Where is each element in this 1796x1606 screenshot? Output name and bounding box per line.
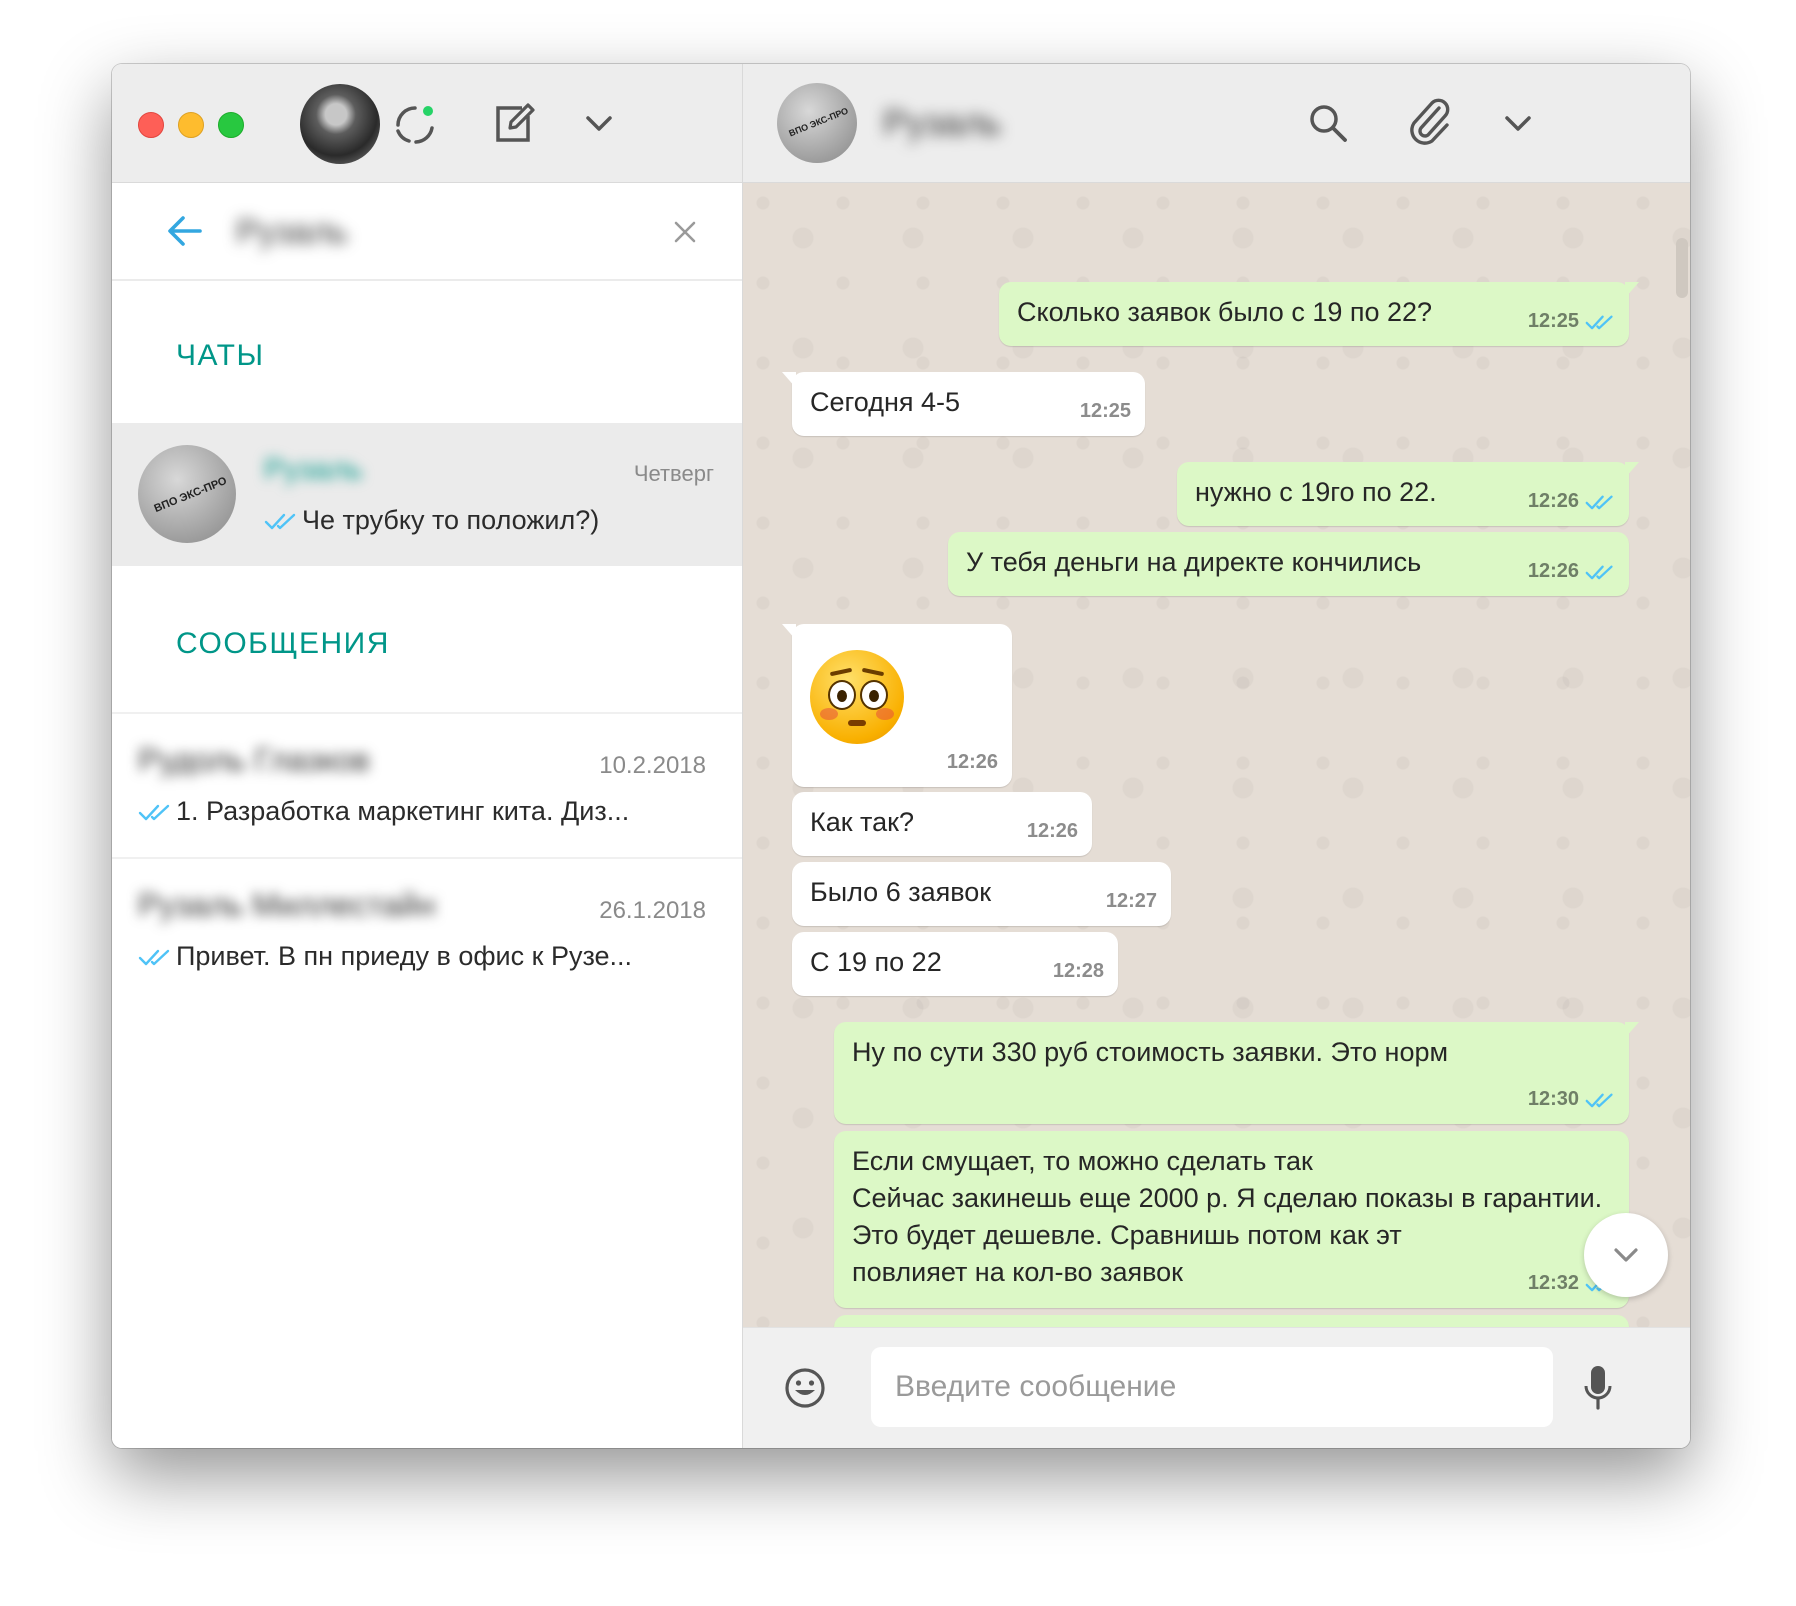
chat-preview-text: Че трубку то положил?) <box>302 505 600 535</box>
clear-search-icon[interactable] <box>672 219 698 245</box>
message-outgoing[interactable]: Если смущает, то можно сделать так Сейча… <box>834 1131 1629 1308</box>
message-composer <box>743 1327 1690 1448</box>
scrollbar[interactable] <box>1676 238 1688 298</box>
read-ticks-icon <box>1585 315 1613 329</box>
message-preview-text: 1. Разработка маркетинг кита. Диз... <box>176 796 630 826</box>
message-preview: Привет. В пн приеду в офис к Рузе... <box>138 941 708 972</box>
scroll-to-bottom-button[interactable] <box>1584 1213 1668 1297</box>
message-incoming[interactable]: С 19 по 22 12:28 <box>792 932 1118 996</box>
message-preview-text: Привет. В пн приеду в офис к Рузе... <box>176 941 633 971</box>
chevron-down-icon[interactable] <box>1503 112 1533 136</box>
message-outgoing[interactable]: Ну по сути 330 руб стоимость заявки. Это… <box>834 1022 1639 1124</box>
chat-avatar: ВПО ЭКС-ПРО <box>138 445 236 543</box>
read-ticks-icon <box>1585 565 1613 579</box>
my-profile-avatar[interactable] <box>300 84 380 164</box>
message-result-item[interactable]: Рузаль Миллестайн 26.1.2018 Привет. В пн… <box>112 857 742 1003</box>
message-time: 12:25 <box>1079 400 1131 422</box>
back-arrow-icon[interactable] <box>166 213 204 249</box>
microphone-icon[interactable] <box>1583 1364 1613 1412</box>
read-ticks-icon <box>1585 1093 1613 1107</box>
emoji-icon[interactable] <box>783 1366 827 1410</box>
message-incoming[interactable]: Было 6 заявок 12:27 <box>792 862 1171 926</box>
message-text: У тебя деньги на директе кончились <box>966 547 1422 577</box>
section-chats-label: ЧАТЫ <box>176 339 265 372</box>
message-incoming[interactable]: Как так? 12:26 <box>792 792 1092 856</box>
message-time: 12:26 <box>1026 820 1078 842</box>
read-ticks-icon <box>138 804 170 821</box>
message-outgoing[interactable]: Сколько заявок было с 19 по 22? 12:25 <box>999 282 1639 346</box>
message-preview: 1. Разработка маркетинг кита. Диз... <box>138 796 708 827</box>
chat-contact-name: Рузаль <box>264 453 363 486</box>
message-time: 12:30 <box>1527 1088 1579 1110</box>
app-window: Рузаль ЧАТЫ ВПО ЭКС-ПРО Рузаль Четверг Ч… <box>112 64 1690 1448</box>
message-date: 10.2.2018 <box>599 752 706 779</box>
message-contact-name: Рузаль Миллестайн <box>138 887 436 923</box>
company-logo: ВПО ЭКС-ПРО <box>787 105 850 139</box>
window-zoom-button[interactable] <box>218 112 244 138</box>
chat-last-message: Че трубку то положил?) <box>264 505 599 536</box>
section-messages-label: СООБЩЕНИЯ <box>176 627 390 660</box>
chat-date: Четверг <box>633 461 714 486</box>
contact-name[interactable]: Рузаль <box>883 102 1001 144</box>
window-close-button[interactable] <box>138 112 164 138</box>
message-time: 12:26 <box>946 751 998 773</box>
read-ticks-icon <box>138 949 170 966</box>
message-time: 12:28 <box>1052 960 1104 982</box>
sidebar-header <box>112 64 742 183</box>
message-incoming-emoji[interactable]: 12:26 <box>782 624 1012 787</box>
chevron-down-icon[interactable] <box>584 112 614 136</box>
message-text: Ну по сути 330 руб стоимость заявки. Это… <box>852 1037 1449 1067</box>
message-outgoing[interactable]: У тебя деньги на директе кончились 12:26 <box>948 532 1629 596</box>
conversation-pane: ВПО ЭКС-ПРО Рузаль Сколько заявок было с… <box>743 64 1690 1448</box>
message-time: 12:32 <box>1527 1272 1579 1294</box>
status-icon[interactable] <box>392 102 438 148</box>
paperclip-icon[interactable] <box>1407 98 1451 146</box>
message-contact-name: Рудоль Глазков <box>138 742 370 778</box>
read-ticks-icon <box>1585 495 1613 509</box>
message-input[interactable] <box>871 1347 1553 1427</box>
message-outgoing[interactable]: нужно с 19го по 22. 12:26 <box>1177 462 1639 526</box>
message-outgoing-partial[interactable] <box>834 1315 1629 1327</box>
message-list[interactable]: Сколько заявок было с 19 по 22? 12:25 Се… <box>743 183 1690 1327</box>
contact-avatar[interactable]: ВПО ЭКС-ПРО <box>777 83 857 163</box>
new-chat-icon[interactable] <box>492 102 536 146</box>
message-result-item[interactable]: Рудоль Глазков 10.2.2018 1. Разработка м… <box>112 712 742 858</box>
flushed-face-emoji-icon <box>810 650 904 744</box>
conversation-header: ВПО ЭКС-ПРО Рузаль <box>743 64 1690 183</box>
company-logo: ВПО ЭКС-ПРО <box>152 474 229 516</box>
sidebar: Рузаль ЧАТЫ ВПО ЭКС-ПРО Рузаль Четверг Ч… <box>112 64 743 1448</box>
message-time: 12:27 <box>1105 890 1157 912</box>
search-bar[interactable]: Рузаль <box>112 183 742 281</box>
chat-list-item[interactable]: ВПО ЭКС-ПРО Рузаль Четверг Че трубку то … <box>112 423 742 566</box>
message-text: Если смущает, то можно сделать так Сейча… <box>852 1146 1603 1287</box>
message-date: 26.1.2018 <box>599 897 706 924</box>
window-minimize-button[interactable] <box>178 112 204 138</box>
message-time: 12:26 <box>1527 490 1579 512</box>
chevron-down-icon <box>1614 1248 1638 1262</box>
message-text: Было 6 заявок <box>810 877 992 907</box>
message-text: Сколько заявок было с 19 по 22? <box>1017 297 1433 327</box>
message-time: 12:26 <box>1527 560 1579 582</box>
read-ticks-icon <box>264 513 296 530</box>
message-incoming[interactable]: Сегодня 4-5 12:25 <box>782 372 1145 436</box>
search-input-value[interactable]: Рузаль <box>236 213 348 252</box>
search-icon[interactable] <box>1307 102 1349 144</box>
message-time: 12:25 <box>1527 310 1579 332</box>
